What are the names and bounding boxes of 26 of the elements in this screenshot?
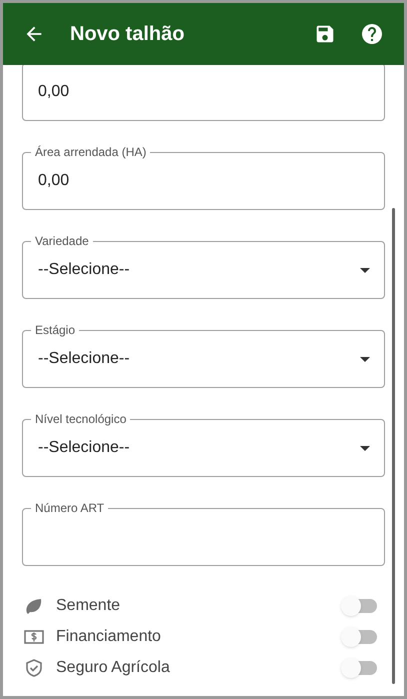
toggle-switch[interactable] <box>341 658 379 678</box>
field-label: Variedade <box>31 234 93 248</box>
dropdown-caret-icon <box>360 356 370 362</box>
help-icon[interactable] <box>360 22 384 46</box>
dropdown-caret-icon <box>360 446 370 450</box>
input-field[interactable]: 0,00 <box>22 65 385 121</box>
switch-label: Seguro Agrícola <box>56 658 171 678</box>
field-label: Área arrendada (HA) <box>31 145 150 159</box>
toggle-switch[interactable] <box>341 596 379 616</box>
save-icon[interactable] <box>314 23 336 45</box>
switch-label: Semente <box>56 596 122 616</box>
field-value: 0,00 <box>38 82 70 102</box>
switch-label: Financiamento <box>56 626 162 646</box>
field-label: Estágio <box>31 323 80 337</box>
field-label: Nível tecnológico <box>31 412 130 426</box>
cash-icon <box>24 628 44 644</box>
field-label: Número ART <box>31 501 108 515</box>
scrollbar[interactable] <box>392 208 395 684</box>
shield-check-icon <box>24 658 44 678</box>
field-value: 0,00 <box>38 171 70 191</box>
screen-title: Novo talhão <box>70 22 184 47</box>
toggle-switch[interactable] <box>341 626 379 646</box>
field-value: --Selecione-- <box>38 349 131 369</box>
dropdown-caret-icon <box>360 268 370 272</box>
field-value: --Selecione-- <box>38 260 131 280</box>
field-value: --Selecione-- <box>38 438 131 458</box>
